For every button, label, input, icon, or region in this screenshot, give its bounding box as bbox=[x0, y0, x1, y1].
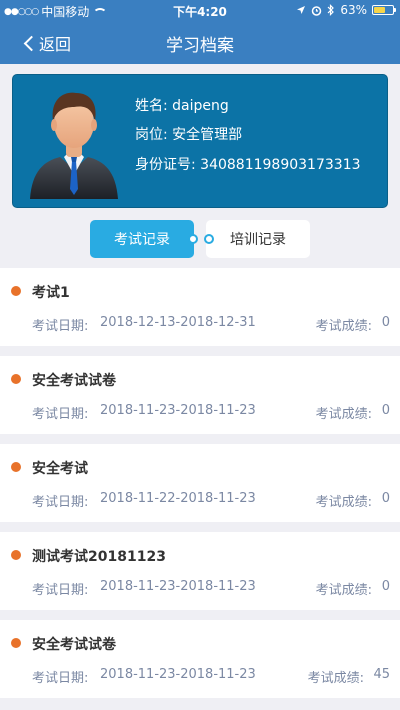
profile-position-row: 岗位: 安全管理部 bbox=[135, 124, 242, 144]
bullet-dot bbox=[11, 374, 21, 384]
exam-name: 测试考试20181123 bbox=[32, 549, 166, 565]
battery-icon bbox=[372, 5, 396, 15]
battery-fill bbox=[374, 7, 386, 13]
exam-name: 考试1 bbox=[32, 285, 70, 301]
exam-date: 2018-11-23-2018-11-23 bbox=[100, 667, 256, 682]
exam-score-label: 考试成绩: bbox=[315, 319, 372, 334]
battery-percent: 63% bbox=[340, 3, 367, 17]
exam-score-label: 考试成绩: bbox=[315, 407, 372, 422]
exam-date-label: 考试日期: bbox=[32, 671, 89, 686]
exam-score: 0 bbox=[381, 579, 390, 594]
exam-date: 2018-12-13-2018-12-31 bbox=[100, 315, 256, 330]
exam-name: 安全考试试卷 bbox=[32, 637, 116, 653]
exam-date: 2018-11-23-2018-11-23 bbox=[100, 579, 256, 594]
bullet-dot bbox=[11, 286, 21, 296]
tab-exam-label: 考试记录 bbox=[114, 232, 170, 248]
tab-knob bbox=[188, 234, 198, 244]
status-bar: ●●○○○ 中国移动 下午4:20 63% bbox=[0, 0, 400, 20]
list-item[interactable]: 安全考试试卷 考试日期: 2018-11-23-2018-11-23 考试成绩:… bbox=[0, 356, 400, 434]
exam-score-label: 考试成绩: bbox=[315, 583, 372, 598]
list-item[interactable]: 安全考试试卷 考试日期: 2018-11-23-2018-11-23 考试成绩:… bbox=[0, 620, 400, 698]
bluetooth-icon bbox=[327, 4, 335, 16]
bullet-dot bbox=[11, 462, 21, 472]
tab-training-records[interactable]: 培训记录 bbox=[204, 220, 310, 258]
id-value: 340881198903173313 bbox=[200, 157, 361, 173]
name-label: 姓名: bbox=[135, 98, 168, 114]
profile-name-row: 姓名: daipeng bbox=[135, 95, 229, 115]
exam-name: 安全考试 bbox=[32, 461, 88, 477]
profile-card: 姓名: daipeng 岗位: 安全管理部 身份证号: 340881198903… bbox=[12, 74, 388, 208]
location-icon bbox=[297, 6, 306, 14]
exam-score-label: 考试成绩: bbox=[307, 671, 364, 686]
status-right: 63% bbox=[296, 3, 396, 17]
tab-exam-records[interactable]: 考试记录 bbox=[90, 220, 198, 258]
name-value: daipeng bbox=[172, 98, 229, 114]
tab-training-label: 培训记录 bbox=[230, 232, 286, 248]
exam-date-label: 考试日期: bbox=[32, 407, 89, 422]
exam-score: 0 bbox=[381, 403, 390, 418]
id-label: 身份证号: bbox=[135, 157, 196, 173]
exam-date-label: 考试日期: bbox=[32, 583, 89, 598]
nav-bar: 返回 学习档案 bbox=[0, 20, 400, 64]
exam-name: 安全考试试卷 bbox=[32, 373, 116, 389]
bullet-dot bbox=[11, 638, 21, 648]
exam-score: 0 bbox=[381, 315, 390, 330]
list-item[interactable]: 考试1 考试日期: 2018-12-13-2018-12-31 考试成绩: 0 bbox=[0, 268, 400, 346]
exam-score: 0 bbox=[381, 491, 390, 506]
alarm-icon bbox=[312, 5, 322, 16]
exam-date-label: 考试日期: bbox=[32, 319, 89, 334]
exam-score-label: 考试成绩: bbox=[315, 495, 372, 510]
list-item[interactable]: 安全考试 考试日期: 2018-11-22-2018-11-23 考试成绩: 0 bbox=[0, 444, 400, 522]
exam-score: 45 bbox=[373, 667, 390, 682]
bullet-dot bbox=[11, 550, 21, 560]
exam-date: 2018-11-22-2018-11-23 bbox=[100, 491, 256, 506]
exam-date-label: 考试日期: bbox=[32, 495, 89, 510]
avatar bbox=[30, 92, 118, 199]
exam-date: 2018-11-23-2018-11-23 bbox=[100, 403, 256, 418]
position-label: 岗位: bbox=[135, 127, 168, 143]
profile-id-row: 身份证号: 340881198903173313 bbox=[135, 154, 361, 174]
list-item[interactable]: 测试考试20181123 考试日期: 2018-11-23-2018-11-23… bbox=[0, 532, 400, 610]
tab-knob bbox=[204, 234, 214, 244]
position-value: 安全管理部 bbox=[172, 127, 243, 143]
page-title: 学习档案 bbox=[166, 36, 234, 56]
